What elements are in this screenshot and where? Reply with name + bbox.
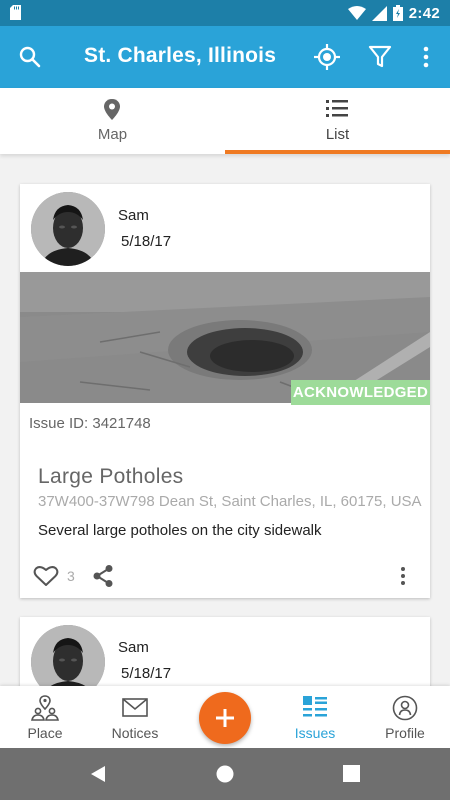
issue-description: Several large potholes on the city sidew…: [38, 522, 322, 539]
tab-list[interactable]: List: [225, 88, 450, 154]
wifi-icon: [347, 6, 366, 20]
filter-icon[interactable]: [368, 44, 392, 70]
card-overflow-menu-icon[interactable]: [394, 564, 412, 588]
tab-map-label: Map: [97, 126, 128, 143]
issue-id: Issue ID: 3421748: [29, 415, 151, 432]
issue-card[interactable]: Sam 5/18/17 ACKNOWLEDGED Issue ID: 34217…: [20, 184, 430, 598]
place-icon: [31, 695, 59, 721]
issue-address: 37W400-37W798 Dean St, Saint Charles, IL…: [38, 493, 422, 510]
nav-notices[interactable]: Notices: [90, 686, 180, 748]
nav-profile[interactable]: Profile: [360, 686, 450, 748]
issue-title: Large Potholes: [38, 465, 184, 488]
issue-date: 5/18/17: [121, 665, 172, 682]
status-bar: 2:42: [0, 0, 450, 26]
sd-card-icon: [10, 5, 21, 20]
page-title: St. Charles, Illinois: [84, 44, 277, 67]
my-location-icon[interactable]: [313, 43, 341, 71]
mail-icon: [122, 698, 148, 717]
profile-icon: [392, 695, 418, 721]
recents-icon[interactable]: [343, 765, 360, 782]
back-icon[interactable]: [89, 765, 107, 783]
nav-notices-label: Notices: [111, 725, 159, 741]
home-icon[interactable]: [216, 765, 234, 783]
nav-issues-label: Issues: [294, 725, 336, 741]
share-icon[interactable]: [92, 564, 114, 588]
author-name: Sam: [118, 639, 149, 656]
issues-icon: [303, 696, 327, 717]
overflow-menu-icon[interactable]: [414, 45, 438, 69]
author-name: Sam: [118, 207, 149, 224]
signal-icon: [371, 5, 387, 21]
battery-icon: [392, 5, 403, 21]
like-count: 3: [67, 568, 75, 584]
nav-profile-label: Profile: [385, 725, 425, 741]
nav-place[interactable]: Place: [0, 686, 90, 748]
nav-issues[interactable]: Issues: [270, 686, 360, 748]
status-badge: ACKNOWLEDGED: [291, 380, 430, 405]
issue-date: 5/18/17: [121, 233, 172, 250]
clock: 2:42: [408, 4, 440, 22]
list-icon: [326, 100, 348, 117]
user-photo: [31, 192, 105, 266]
heart-icon[interactable]: [33, 564, 59, 588]
system-nav-bar: [0, 748, 450, 800]
nav-place-label: Place: [27, 725, 63, 741]
plus-icon: [216, 709, 234, 727]
app-bar: St. Charles, Illinois: [0, 26, 450, 88]
add-issue-button[interactable]: [199, 692, 251, 744]
map-pin-icon: [104, 99, 120, 120]
search-icon[interactable]: [18, 45, 42, 69]
tab-map[interactable]: Map: [0, 88, 225, 154]
tab-list-label: List: [325, 126, 350, 143]
avatar: [31, 192, 105, 266]
view-tabs: Map List: [0, 88, 450, 154]
issue-card[interactable]: Sam 5/18/17: [20, 617, 430, 699]
